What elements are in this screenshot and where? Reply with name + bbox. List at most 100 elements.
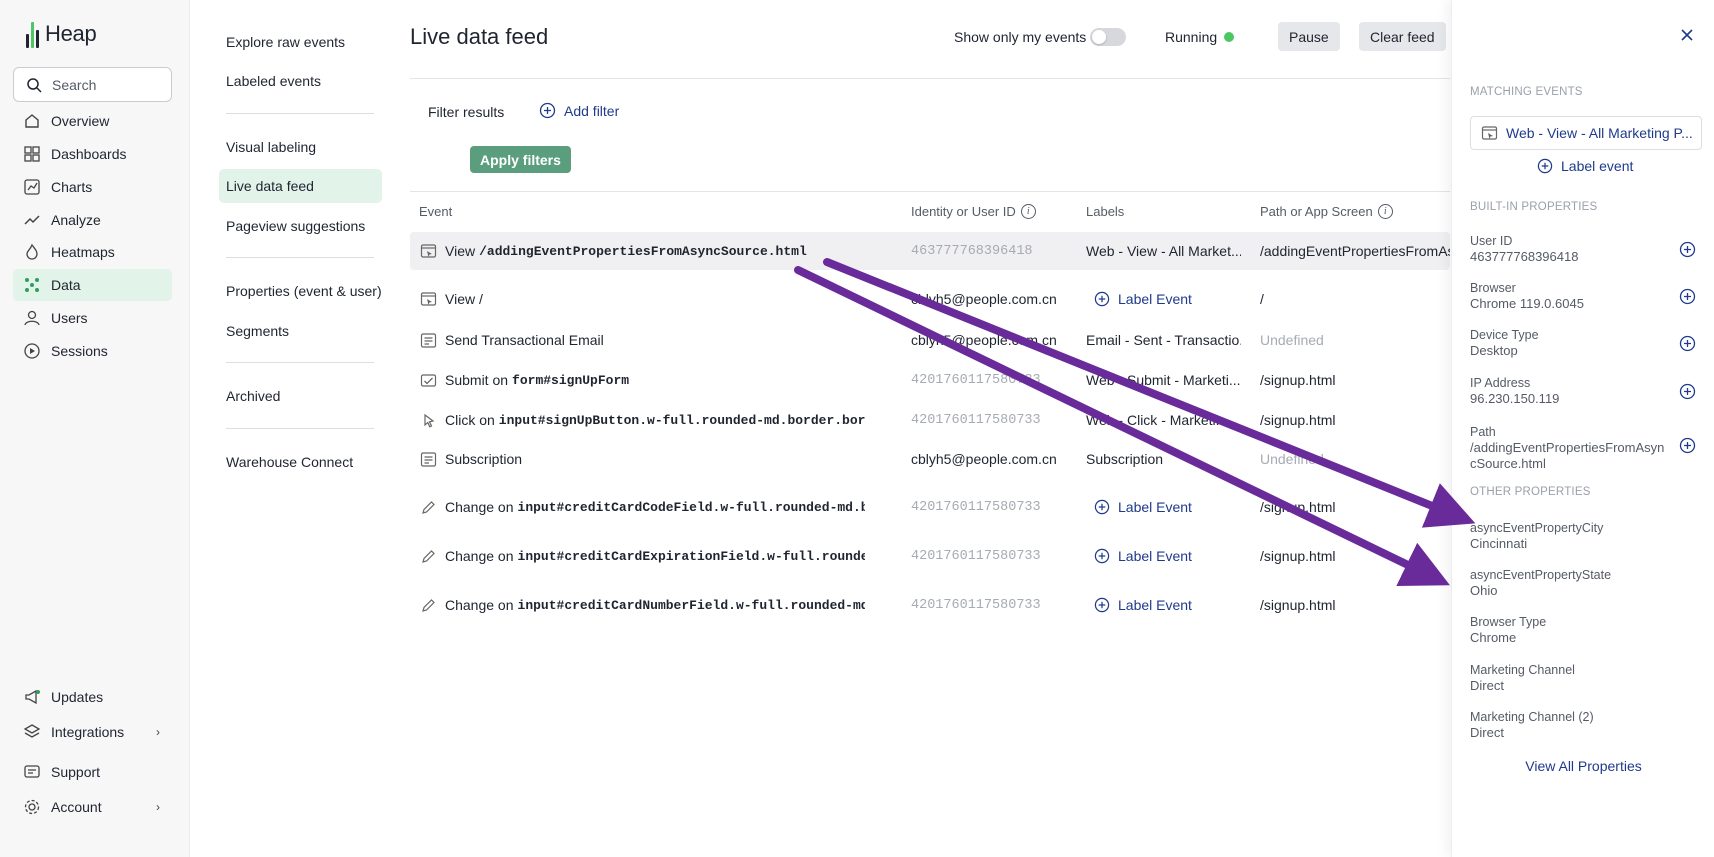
label-event-link[interactable]: Label Event xyxy=(1094,548,1192,564)
search-box[interactable] xyxy=(13,67,172,102)
property-value: Direct xyxy=(1470,678,1504,693)
subnav-segments[interactable]: Segments xyxy=(219,314,382,348)
toggle-label: Show only my events xyxy=(954,29,1087,45)
table-row[interactable]: Change on input#creditCardNumberField.w-f… xyxy=(410,586,1450,624)
add-property-icon[interactable] xyxy=(1679,288,1696,305)
info-icon[interactable]: i xyxy=(1377,204,1393,219)
label-event-button[interactable]: Label event xyxy=(1537,158,1633,174)
event-action: Click on xyxy=(445,412,495,428)
built-in-properties-heading: BUILT-IN PROPERTIES xyxy=(1470,201,1598,213)
subnav-warehouse-connect[interactable]: Warehouse Connect xyxy=(219,445,382,479)
other-properties-heading: OTHER PROPERTIES xyxy=(1470,486,1591,498)
add-filter-link[interactable]: Add filter xyxy=(539,102,619,119)
table-row[interactable]: Click on input#signUpButton.w-full.rounde… xyxy=(410,401,1450,439)
divider xyxy=(226,428,374,429)
label-cell: Web - Click - Marketi... xyxy=(1086,412,1228,428)
property-key: User ID xyxy=(1470,234,1513,248)
nav-account[interactable]: Account › xyxy=(13,791,172,823)
form-submit-icon xyxy=(420,374,437,387)
layers-icon xyxy=(23,724,41,738)
property-marketing-channel: Marketing Channel Direct xyxy=(1470,662,1670,694)
column-header-labels: Labels xyxy=(1086,204,1125,219)
event-details-panel: MATCHING EVENTS Web - View - All Marketi… xyxy=(1451,0,1714,857)
nav-label: Analyze xyxy=(51,212,101,228)
pencil-icon xyxy=(422,501,435,514)
identity-cell: 463777768396418 xyxy=(911,243,1033,259)
nav-updates[interactable]: Updates xyxy=(13,681,172,713)
identity-cell: 4201760117580733 xyxy=(911,548,1041,564)
nav-dashboards[interactable]: Dashboards xyxy=(13,138,172,170)
property-async-city: asyncEventPropertyCity Cincinnati xyxy=(1470,520,1670,552)
subnav-properties[interactable]: Properties (event & user) xyxy=(219,274,382,308)
nav-sessions[interactable]: Sessions xyxy=(13,335,172,367)
header-divider xyxy=(410,78,1450,79)
divider xyxy=(226,362,374,363)
event-name: View/addingEventPropertiesFromAsyncSourc… xyxy=(445,232,865,270)
nav-label: Overview xyxy=(51,113,110,129)
path-cell: Undefined xyxy=(1260,451,1324,467)
left-navigation: Heap Overview Dashboards Charts Analyze … xyxy=(0,0,190,857)
clear-feed-button[interactable]: Clear feed xyxy=(1359,22,1446,51)
subnav-archived[interactable]: Archived xyxy=(219,379,382,413)
nav-support[interactable]: Support xyxy=(13,756,172,788)
pageview-icon xyxy=(420,244,437,258)
nav-overview[interactable]: Overview xyxy=(13,105,172,137)
property-key: Path xyxy=(1470,425,1496,439)
add-property-icon[interactable] xyxy=(1679,335,1696,352)
table-row[interactable]: Subscription cblyh5@people.com.cn Subscr… xyxy=(410,440,1450,478)
add-property-icon[interactable] xyxy=(1679,241,1696,258)
subnav-explore-raw-events[interactable]: Explore raw events xyxy=(219,25,382,59)
toggle-knob xyxy=(1092,30,1106,44)
nav-heatmaps[interactable]: Heatmaps xyxy=(13,236,172,268)
label-event-link[interactable]: Label Event xyxy=(1094,597,1192,613)
property-value: Chrome 119.0.6045 xyxy=(1470,296,1584,311)
identity-cell: 4201760117580733 xyxy=(911,597,1041,613)
plus-circle-icon xyxy=(1537,158,1553,174)
pencil-icon xyxy=(422,550,435,563)
path-cell: /addingEventPropertiesFromAsy xyxy=(1260,243,1450,259)
nav-data[interactable]: Data xyxy=(13,269,172,301)
label-event-link[interactable]: Label Event xyxy=(1094,499,1192,515)
email-icon xyxy=(420,452,437,467)
nav-analyze[interactable]: Analyze xyxy=(13,204,172,236)
nav-charts[interactable]: Charts xyxy=(13,171,172,203)
info-icon[interactable]: i xyxy=(1020,204,1036,219)
table-row[interactable]: View/addingEventPropertiesFromAsyncSourc… xyxy=(410,232,1450,270)
pause-button[interactable]: Pause xyxy=(1278,22,1340,51)
add-property-icon[interactable] xyxy=(1679,383,1696,400)
event-name: Change on input#creditCardExpirationField… xyxy=(445,537,865,575)
table-row[interactable]: Submit on form#signUpForm 420176011758073… xyxy=(410,361,1450,399)
nav-users[interactable]: Users xyxy=(13,302,172,334)
table-row[interactable]: Change on input#creditCardExpirationField… xyxy=(410,537,1450,575)
show-only-my-events-toggle[interactable] xyxy=(1090,28,1126,46)
subnav-labeled-events[interactable]: Labeled events xyxy=(219,64,382,98)
property-device-type: Device Type Desktop xyxy=(1470,327,1670,359)
add-property-icon[interactable] xyxy=(1679,437,1696,454)
nav-label: Dashboards xyxy=(51,146,127,162)
apply-filters-button[interactable]: Apply filters xyxy=(470,146,571,173)
subnav-visual-labeling[interactable]: Visual labeling xyxy=(219,130,382,164)
close-icon[interactable] xyxy=(1678,26,1696,44)
search-input[interactable] xyxy=(52,76,162,93)
matching-event-card[interactable]: Web - View - All Marketing P... xyxy=(1470,116,1702,150)
label-event-link[interactable]: Label Event xyxy=(1094,291,1192,307)
table-row[interactable]: Change on input#creditCardCodeField.w-ful… xyxy=(410,488,1450,526)
subnav-pageview-suggestions[interactable]: Pageview suggestions xyxy=(219,209,382,243)
pageview-icon xyxy=(1481,125,1498,140)
add-filter-label: Add filter xyxy=(564,102,620,119)
plus-circle-icon xyxy=(1094,499,1110,515)
event-action: Change on xyxy=(445,548,514,564)
nav-integrations[interactable]: Integrations › xyxy=(13,716,172,748)
subnav-live-data-feed[interactable]: Live data feed xyxy=(219,169,382,203)
label-cell: Label Event xyxy=(1086,280,1241,318)
table-row[interactable]: Send Transactional Email cblyh5@people.c… xyxy=(410,321,1450,359)
path-cell: / xyxy=(1260,291,1264,307)
table-row[interactable]: View / cblyh5@people.com.cn Label Event … xyxy=(410,280,1450,318)
heap-logo-icon xyxy=(26,20,39,48)
column-header-identity: Identity or User ID i xyxy=(911,204,1036,219)
nav-label: Charts xyxy=(51,179,93,195)
heap-logo[interactable]: Heap xyxy=(26,20,97,48)
chart-icon xyxy=(24,179,40,195)
view-all-properties-link[interactable]: View All Properties xyxy=(1452,758,1714,774)
analyze-icon xyxy=(24,215,40,225)
